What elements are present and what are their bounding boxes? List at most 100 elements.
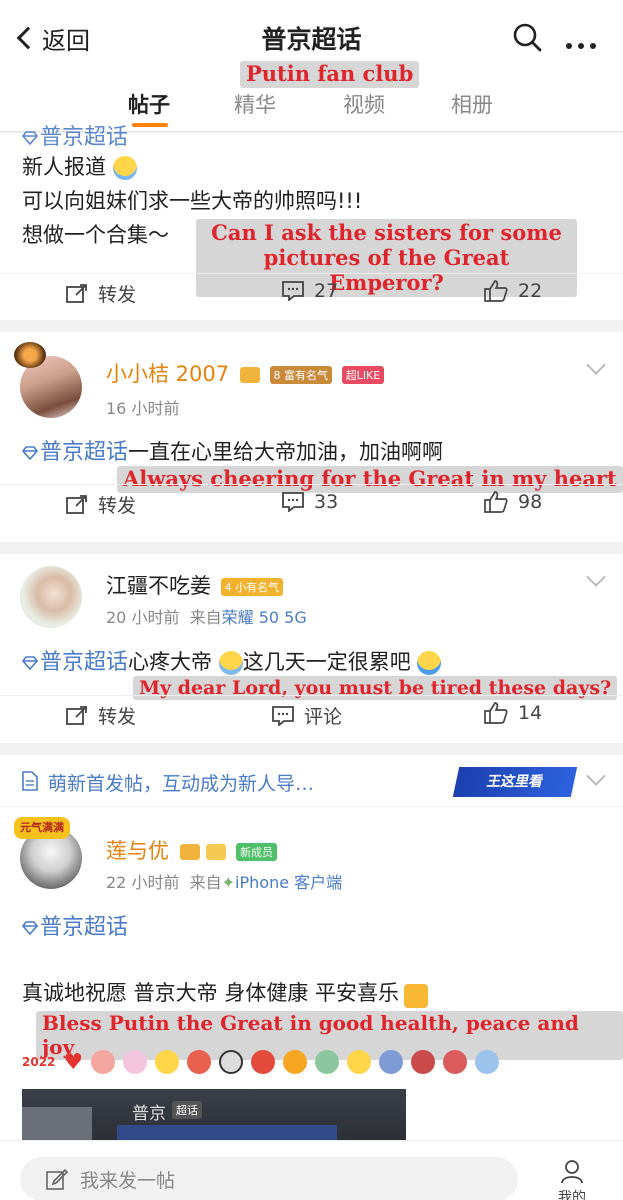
panda-emoji-icon: [219, 1050, 244, 1074]
repost-button[interactable]: 转发: [66, 491, 136, 518]
comment-button[interactable]: 33: [282, 491, 338, 513]
separator: [0, 320, 623, 332]
heart-icon: ♥: [63, 1049, 84, 1075]
notice-text: 萌新首发帖，互动成为新人导…: [48, 773, 315, 795]
crown-icon: [239, 367, 260, 383]
comment-icon: [282, 281, 304, 301]
tiger-emoji-icon: [187, 1050, 212, 1074]
level-number: 4: [224, 581, 232, 594]
username[interactable]: 小小桔 2007 8 富有名气 超LIKE: [106, 358, 385, 388]
more-icon[interactable]: [566, 34, 602, 49]
like-button[interactable]: 98: [484, 491, 542, 513]
active-tab-indicator: [132, 123, 168, 127]
post-source: iPhone 客户端: [235, 873, 343, 892]
level-badge: 8 富有名气: [269, 366, 332, 384]
bear-emoji-icon: [411, 1050, 436, 1074]
document-icon: [22, 771, 38, 791]
user-icon: [561, 1160, 583, 1184]
compose-placeholder: 我来发一帖: [80, 1169, 176, 1192]
tab-posts[interactable]: 帖子: [128, 89, 170, 119]
comment-button[interactable]: 27: [282, 280, 338, 302]
me-button[interactable]: 我的: [552, 1159, 592, 1200]
repost-icon: [66, 705, 87, 725]
tab-albums[interactable]: 相册: [451, 89, 493, 119]
post-supertopic-link[interactable]: 普京超话: [22, 119, 128, 151]
post-meta: 22 小时前 来自✦iPhone 客户端: [106, 869, 342, 893]
tab-videos[interactable]: 视频: [343, 89, 385, 119]
bottom-bar: 我来发一帖 我的: [0, 1140, 623, 1200]
username-text: 江疆不吃姜: [106, 574, 211, 598]
like-button[interactable]: 14: [484, 702, 542, 724]
chevron-down-icon[interactable]: [586, 567, 606, 587]
bird-icon: ✦: [221, 873, 236, 892]
post-text: 一直在心里给大帝加油，加油啊啊: [128, 440, 444, 464]
thumbs-up-icon: [484, 491, 508, 513]
fame-badge-text: 小有名气: [235, 581, 280, 594]
repost-button[interactable]: 转发: [66, 702, 136, 729]
like-count: 22: [518, 280, 543, 302]
year-tag: 2022: [22, 1055, 56, 1069]
post-body: 普京超话一直在心里给大帝加油，加油啊啊: [22, 434, 443, 468]
crying-face-emoji-icon: [112, 156, 137, 180]
username[interactable]: 江疆不吃姜 4 小有名气: [106, 570, 284, 600]
comment-count: 33: [314, 491, 339, 513]
post-body: 真诚地祝愿 普京大帝 身体健康 平安喜乐: [22, 977, 429, 1009]
emoji-row: 2022 ♥: [22, 1047, 500, 1077]
firecracker-emoji-icon: [283, 1050, 308, 1074]
crying-face-emoji-icon: [417, 651, 442, 675]
annotation-line-1: Can I ask the sisters for some: [211, 220, 562, 245]
ultraman-emoji-icon: [443, 1050, 468, 1074]
new-member-badge: 新成员: [236, 843, 278, 861]
search-icon[interactable]: [512, 22, 542, 52]
like-count: 98: [518, 491, 543, 513]
diamond-icon: [22, 446, 38, 460]
repost-label: 转发: [98, 284, 137, 306]
separator: [0, 542, 623, 554]
username[interactable]: 莲与优 新成员: [106, 835, 278, 865]
supertopic-label: 普京超话: [40, 915, 129, 940]
notice-bar[interactable]: 萌新首发帖，互动成为新人导… 王这里看: [0, 755, 623, 807]
diamond-icon: [22, 131, 38, 145]
diamond-icon: [22, 656, 38, 670]
sad-face-emoji-icon: [218, 651, 243, 675]
tiger-avatar-frame-icon: [14, 342, 46, 368]
image-caption: 普京: [132, 1104, 166, 1124]
notice-badge: 王这里看: [452, 767, 578, 797]
avatar[interactable]: [20, 566, 82, 628]
post-text-line: 新人报道: [22, 151, 137, 183]
crying-face-emoji-icon: [155, 1050, 180, 1074]
post-image[interactable]: 普京 超话: [22, 1089, 406, 1140]
crown-icon: [179, 844, 200, 860]
like-button[interactable]: 22: [484, 280, 542, 302]
post-meta: 20 小时前 来自荣耀 50 5G: [106, 604, 307, 628]
supertopic-label: 普京超话: [40, 650, 129, 675]
post-card[interactable]: 江疆不吃姜 4 小有名气 20 小时前 来自荣耀 50 5G 普京超话心疼大帝 …: [0, 554, 623, 743]
tab-featured[interactable]: 精华: [234, 89, 276, 119]
repost-button[interactable]: 转发: [66, 280, 136, 307]
post-text-part-2: 这几天一定很累吧: [242, 650, 411, 674]
comment-count: 27: [314, 280, 339, 302]
post-card[interactable]: 普京超话 新人报道 可以向姐妹们求一些大帝的帅照吗!!! 想做一个合集～ Can…: [0, 125, 623, 320]
compose-post-input[interactable]: 我来发一帖: [20, 1157, 518, 1200]
lucky-bag-emoji-icon: [315, 1050, 340, 1074]
chevron-down-icon[interactable]: [586, 355, 606, 375]
post-card[interactable]: 小小桔 2007 8 富有名气 超LIKE 16 小时前 普京超话一直在心里给大…: [0, 332, 623, 542]
post-supertopic-link[interactable]: 普京超话: [22, 909, 128, 941]
comment-button[interactable]: 评论: [272, 702, 342, 729]
post-text-line-2: 可以向姐妹们求一些大帝的帅照吗!!!: [22, 189, 363, 213]
post-supertopic-link[interactable]: 普京超话: [22, 440, 128, 465]
comment-icon: [282, 492, 304, 512]
post-source: 荣耀 50 5G: [221, 608, 307, 627]
like-count: 14: [518, 702, 543, 724]
post-body: 普京超话心疼大帝 这几天一定很累吧: [22, 644, 442, 678]
post-time: 22 小时前: [106, 873, 180, 892]
notice-badge-text: 王这里看: [485, 774, 545, 790]
chevron-down-icon[interactable]: [586, 766, 606, 786]
post-card[interactable]: 萌新首发帖，互动成为新人导… 王这里看 元气满满 莲与优 新成员 22 小时前 …: [0, 755, 623, 1140]
post-text: 真诚地祝愿 普京大帝 身体健康 平安喜乐: [22, 981, 400, 1005]
post-supertopic-link[interactable]: 普京超话: [22, 650, 128, 675]
post-actions: 转发 27 22: [0, 273, 623, 313]
post-time: 20 小时前: [106, 608, 180, 627]
diamond-icon: [22, 921, 38, 935]
pencil-icon: [46, 1168, 68, 1190]
